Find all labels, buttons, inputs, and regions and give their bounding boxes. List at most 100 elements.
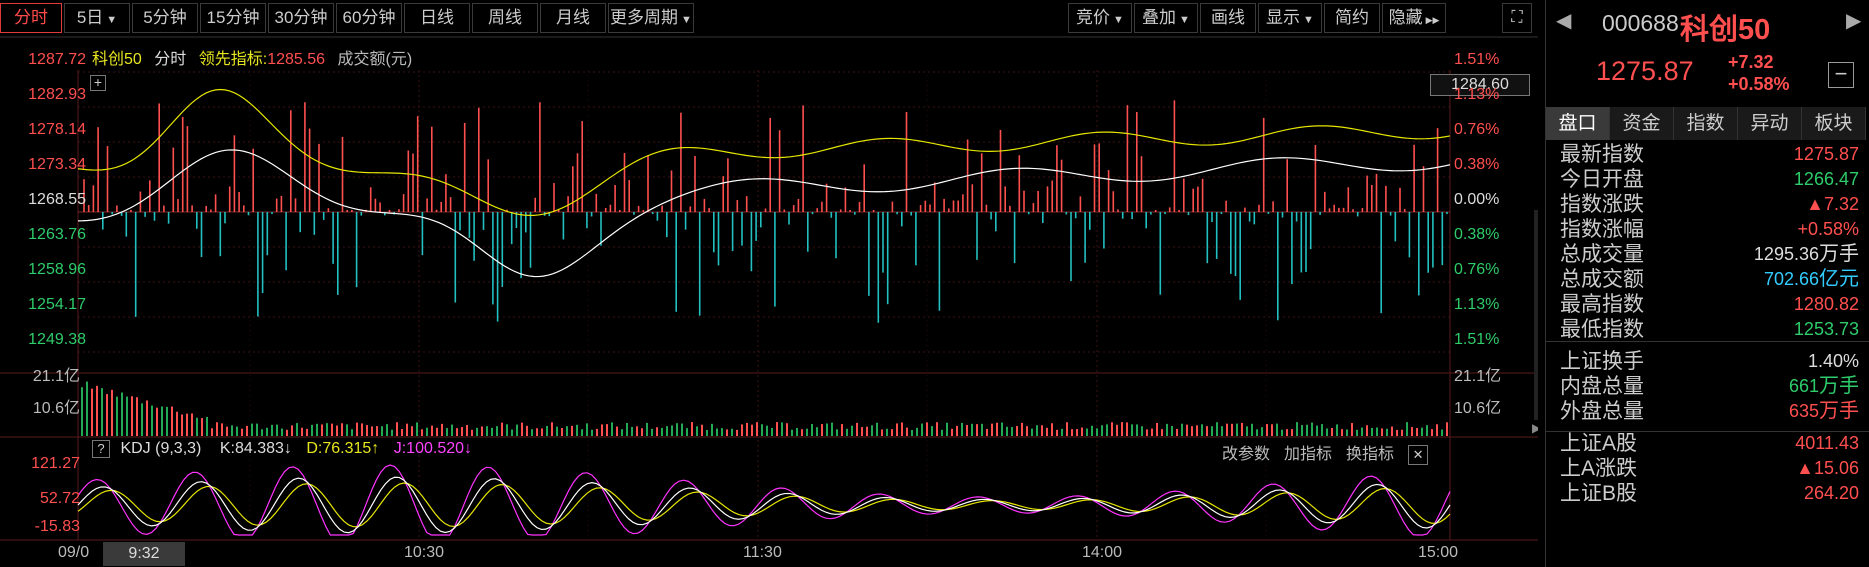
quote-value-number: 661 xyxy=(1788,376,1819,396)
quote-value-number: 1.40% xyxy=(1807,351,1859,371)
quote-value-number: 1280.82 xyxy=(1793,294,1859,314)
kdj-help-icon[interactable]: ? xyxy=(92,440,110,458)
quote-row-label: 总成交量 xyxy=(1560,243,1644,266)
quote-row-label: 总成交额 xyxy=(1560,268,1644,291)
stock-code: 000688 xyxy=(1602,10,1679,36)
chart-legend: 科创50 分时 领先指标:1285.56 成交额(元) xyxy=(92,45,412,69)
quote-row-value: 1295.36万手 xyxy=(1754,242,1859,267)
quote-row: 最高指数 1280.82 xyxy=(1554,292,1863,317)
chart-area[interactable]: 分时 5日 ▼ 5分钟 15分钟 30分钟 60分钟 日线 周线 月线 更多周期 ▼ 竞价 ▼ 叠加 ▼ 画线显… xyxy=(0,0,1538,567)
price-axis-label-right: 1.51% xyxy=(1454,331,1500,348)
cursor-time-label: 9:32 xyxy=(103,542,185,566)
quote-row: 指数涨跌 ▲7.32 xyxy=(1554,192,1863,217)
quote-value-unit: 万手 xyxy=(1819,375,1859,397)
kdj-name: KDJ (9,3,3) xyxy=(120,440,202,457)
price-axis-label-left: 1258.96 xyxy=(28,261,86,278)
side-tab[interactable]: 盘口 xyxy=(1546,107,1610,140)
quote-row-label: 上证换手 xyxy=(1560,350,1644,373)
kdj-k: K:84.383↓ xyxy=(219,440,292,457)
collapse-icon[interactable]: − xyxy=(1828,62,1854,88)
quote-row: 上A涨跌 ▲15.06 xyxy=(1554,456,1863,481)
price-axis-label-left: 1249.38 xyxy=(28,331,86,348)
price-axis-label-right: 0.76% xyxy=(1454,121,1500,138)
collapse-arrow-icon: ▶ xyxy=(1532,421,1538,435)
quote-row-value: 4011.43 xyxy=(1795,431,1859,456)
kdj-actions: 改参数 加指标 换指标 ✕ xyxy=(1222,440,1429,465)
price-axis-label-left: 1263.76 xyxy=(28,226,86,243)
quote-row-label: 最新指数 xyxy=(1560,143,1644,166)
quote-row: 外盘总量 635万手 xyxy=(1554,399,1863,424)
price-line xyxy=(77,88,1451,217)
quote-value-number: 264.20 xyxy=(1803,483,1859,503)
add-icon[interactable]: + xyxy=(90,75,106,91)
price-axis-label-left: 1282.93 xyxy=(28,86,86,103)
quote-row: 内盘总量 661万手 xyxy=(1554,374,1863,399)
quote-row: 上证A股 4011.43 xyxy=(1554,431,1863,456)
quote-row-label: 最低指数 xyxy=(1560,318,1644,341)
price-axis-label-left: 1273.34 xyxy=(28,156,86,173)
quote-row: 今日开盘 1266.47 xyxy=(1554,167,1863,192)
price-axis-label-right: 0.38% xyxy=(1454,226,1500,243)
volume-axis-label-left: 21.1亿 xyxy=(32,368,80,385)
price-axis-label-right: 0.38% xyxy=(1454,156,1500,173)
kdj-axis-label: 121.27 xyxy=(31,455,80,472)
quote-row-label: 外盘总量 xyxy=(1560,400,1644,423)
kdj-axis-label: 52.72 xyxy=(39,490,80,507)
quote-row: 总成交量 1295.36万手 xyxy=(1554,242,1863,267)
price-axis-label-right: 0.00% xyxy=(1454,191,1500,208)
quote-value-number: 4011.43 xyxy=(1795,433,1859,453)
quote-row-label: 上证A股 xyxy=(1560,432,1638,455)
side-tab[interactable]: 资金 xyxy=(1610,107,1674,140)
quote-row-label: 指数涨跌 xyxy=(1560,193,1644,216)
kdj-j-line xyxy=(77,464,1451,536)
prev-arrow-icon[interactable]: ◀ xyxy=(1556,8,1571,33)
price-axis-label-right: 1.51% xyxy=(1454,51,1500,68)
quote-row-label: 上A涨跌 xyxy=(1560,457,1638,480)
kdj-action-button[interactable]: 换指标 xyxy=(1346,446,1394,463)
side-tab[interactable]: 指数 xyxy=(1674,107,1738,140)
kdj-axis-label: -15.83 xyxy=(34,518,80,535)
kdj-action-button[interactable]: 改参数 xyxy=(1222,446,1270,463)
intraday-chart[interactable]: ▶ xyxy=(0,0,1538,567)
quote-row-value: 264.20 xyxy=(1804,481,1859,506)
price-axis-label-right: 1.13% xyxy=(1454,296,1500,313)
side-tab[interactable]: 板块 xyxy=(1802,107,1866,140)
volume-axis-label-right: 21.1亿 xyxy=(1454,368,1502,385)
legend-volume-label: 成交额(元) xyxy=(337,51,413,68)
next-arrow-icon[interactable]: ▶ xyxy=(1846,8,1861,33)
quote-row-value: 1266.47 xyxy=(1794,167,1859,192)
date-label: 09/0 xyxy=(58,544,90,561)
time-axis-tick: 10:30 xyxy=(404,544,445,561)
quote-value-number: 1253.73 xyxy=(1793,319,1859,339)
volume-axis-label-right: 10.6亿 xyxy=(1454,400,1502,417)
quote-value-unit: 亿元 xyxy=(1819,268,1859,290)
kdj-j: J:100.520↓ xyxy=(393,440,473,457)
kdj-action-button[interactable]: 加指标 xyxy=(1284,446,1332,463)
quote-value-number: 1275.87 xyxy=(1793,144,1859,164)
price-change-pct: +0.58% xyxy=(1728,74,1790,94)
quote-row-value: ▲15.06 xyxy=(1796,456,1859,481)
side-tab[interactable]: 异动 xyxy=(1738,107,1802,140)
quote-row: 最新指数 1275.87 xyxy=(1554,142,1863,167)
divider xyxy=(1546,431,1869,432)
legend-lead-value: 1285.56 xyxy=(267,51,326,68)
average-line xyxy=(77,149,1451,278)
quote-value-unit: 万手 xyxy=(1819,243,1859,265)
price-axis-label-left: 1278.14 xyxy=(28,121,86,138)
quote-value-number: 1295.36 xyxy=(1753,244,1819,264)
price-axis-label-right: 1.13% xyxy=(1454,86,1500,103)
volume-axis-label-left: 10.6亿 xyxy=(32,400,80,417)
quote-row-value: 1253.73 xyxy=(1794,317,1859,342)
kdj-d: D:76.315↑ xyxy=(306,440,380,457)
kdj-k-line xyxy=(77,476,1451,534)
quote-row-value: 1275.87 xyxy=(1794,142,1859,167)
quote-row-value: +0.58% xyxy=(1797,217,1859,242)
quote-value-number: ▲15.06 xyxy=(1796,458,1859,478)
quote-value-number: 1266.47 xyxy=(1793,169,1859,189)
quote-row-label: 内盘总量 xyxy=(1560,375,1644,398)
quote-row: 指数涨幅 +0.58% xyxy=(1554,217,1863,242)
quote-row-label: 今日开盘 xyxy=(1560,168,1644,191)
time-axis-tick: 14:00 xyxy=(1082,544,1123,561)
quote-value-number: 702.66 xyxy=(1763,269,1819,289)
close-icon[interactable]: ✕ xyxy=(1408,445,1429,465)
